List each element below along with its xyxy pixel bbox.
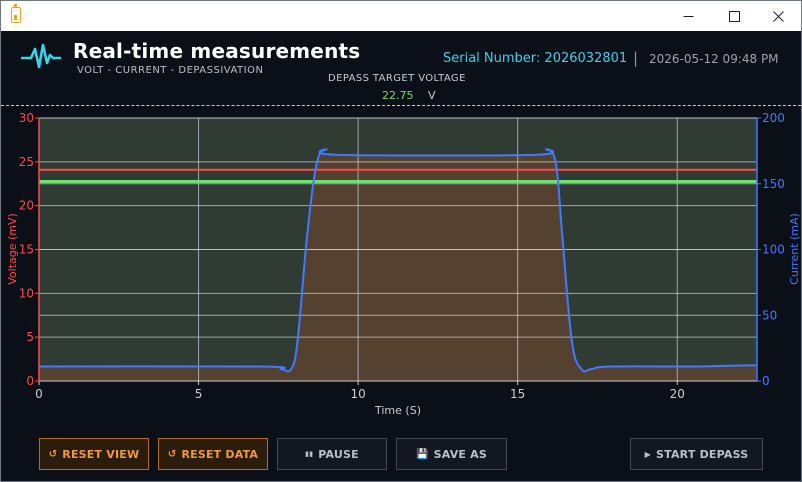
save-as-label: SAVE AS (433, 447, 488, 461)
y-right-axis-label: Current (mA) (788, 213, 801, 285)
x-tick-label: 0 (35, 387, 43, 401)
close-button[interactable] (755, 1, 801, 31)
start-depass-button[interactable]: ▶ START DEPASS (630, 438, 763, 470)
pulse-wave-icon (21, 43, 61, 69)
header: Real-time measurements VOLT - CURRENT - … (1, 31, 801, 105)
save-icon: 💾 (415, 448, 429, 460)
play-icon: ▶ (644, 449, 651, 459)
y-right-tick-label: 100 (762, 243, 785, 257)
header-separator: | (633, 49, 639, 67)
pause-icon: ▮▮ (305, 450, 314, 458)
bottom-strip (1, 475, 801, 481)
minimize-button[interactable] (665, 1, 711, 31)
reset-icon: ↺ (167, 448, 177, 460)
serial-number: Serial Number: 2026032801 (443, 51, 628, 66)
reset-view-label: RESET VIEW (62, 447, 140, 461)
y-left-tick-label: 30 (19, 111, 34, 125)
reset-view-button[interactable]: ↺ RESET VIEW (39, 438, 149, 470)
y-left-tick-label: 25 (19, 155, 34, 169)
x-tick-label: 20 (670, 387, 685, 401)
x-axis-label: Time (S) (374, 404, 421, 417)
y-right-tick-label: 0 (762, 374, 770, 388)
y-right-tick-label: 50 (762, 308, 777, 322)
title-bar[interactable] (1, 1, 801, 31)
y-left-tick-label: 20 (19, 199, 34, 213)
maximize-button[interactable] (711, 1, 757, 31)
reset-data-label: RESET DATA (181, 447, 259, 461)
datetime: 2026-05-12 09:48 PM (649, 52, 779, 66)
y-left-tick-label: 15 (19, 243, 34, 257)
y-right-tick-label: 200 (762, 111, 785, 125)
y-left-tick-label: 10 (19, 286, 34, 300)
header-divider (1, 105, 801, 106)
x-tick-label: 15 (510, 387, 525, 401)
page-title: Real-time measurements (73, 39, 361, 63)
x-tick-label: 5 (195, 387, 203, 401)
measurement-chart[interactable]: 0 5 10 15 20051015202530050100150200 Time (S… (1, 108, 801, 426)
y-left-tick-label: 5 (26, 330, 34, 344)
y-right-tick-label: 150 (762, 177, 785, 191)
minimize-icon (683, 15, 693, 17)
x-tick-label: 10 (350, 387, 365, 401)
start-depass-label: START DEPASS (656, 447, 749, 461)
save-as-button[interactable]: 💾 SAVE AS (396, 438, 507, 470)
depass-target-unit: V (428, 89, 436, 102)
app-window: Real-time measurements VOLT - CURRENT - … (0, 0, 802, 482)
battery-icon (11, 4, 21, 23)
y-left-axis-label: Voltage (mV) (6, 213, 19, 285)
page-subtitle: VOLT - CURRENT - DEPASSIVATION (77, 65, 264, 76)
maximize-icon (728, 10, 740, 22)
close-icon (772, 10, 784, 22)
reset-icon: ↺ (48, 448, 58, 460)
depass-target-value: 22.75 (382, 89, 414, 102)
pause-button[interactable]: ▮▮ PAUSE (277, 438, 387, 470)
pause-label: PAUSE (318, 447, 359, 461)
depass-target-label: DEPASS TARGET VOLTAGE (328, 73, 466, 84)
reset-data-button[interactable]: ↺ RESET DATA (158, 438, 268, 470)
y-left-tick-label: 0 (26, 374, 34, 388)
